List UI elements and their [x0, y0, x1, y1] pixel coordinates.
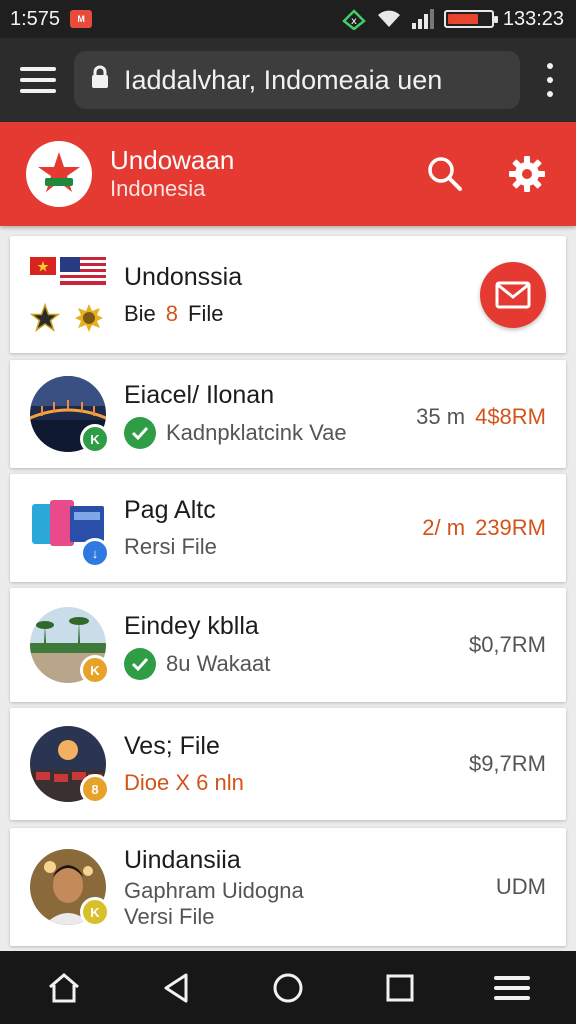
battery-fill — [447, 14, 479, 24]
status-bar: 1:575 M x 133:23 — [0, 0, 576, 38]
item-duration: 2/ m — [422, 515, 466, 540]
menu-line — [20, 67, 56, 71]
item-price: UDM — [495, 874, 546, 899]
app-subtitle: Indonesia — [110, 176, 206, 201]
item-subtitle-suffix: File — [188, 300, 224, 326]
verified-check-icon — [124, 648, 156, 680]
item-title: Undonssia — [124, 262, 243, 291]
item-title: Ves; File — [124, 732, 220, 760]
item-price: $9,7RM — [468, 751, 546, 776]
item-title: Eindey kblla — [124, 612, 259, 640]
browser-menu-button[interactable] — [20, 67, 56, 93]
menu-icon — [494, 975, 530, 1000]
item-price: 4$8RM — [475, 404, 546, 429]
cell-signal-icon — [411, 9, 435, 29]
list-item[interactable]: K Uindansiia Gaphram Uidogna Versi File … — [10, 828, 566, 946]
item-subtitle: Gaphram Uidogna — [124, 878, 304, 903]
app-title: Undowaan — [110, 145, 235, 175]
status-badge: 8 — [80, 774, 110, 804]
browser-toolbar: Iaddalvhar, Indomeaia uen — [0, 38, 576, 122]
usa-flag-icon — [60, 256, 106, 285]
item-subtitle: Kadnpklatcink Vae — [166, 420, 347, 445]
menu-line — [20, 89, 56, 93]
star-icon — [30, 302, 60, 332]
address-bar[interactable]: Iaddalvhar, Indomeaia uen — [74, 51, 520, 109]
status-time-right: 133:23 — [502, 7, 564, 30]
status-badge: K — [80, 897, 110, 927]
menu-line — [20, 78, 56, 82]
vietnam-flag-icon — [30, 256, 56, 275]
system-navigation-bar — [0, 951, 576, 1024]
item-subtitle-secondary: Versi File — [124, 904, 215, 929]
overflow-dot — [547, 63, 553, 69]
status-time-left: 1:575 — [10, 7, 61, 30]
status-badge: K — [80, 655, 110, 685]
wifi-icon — [376, 9, 402, 29]
list-item[interactable]: 8 Ves; File Dioe X 6 nln $9,7RM — [10, 708, 566, 820]
search-icon — [428, 157, 462, 191]
overflow-dot — [547, 77, 553, 83]
status-badge: K — [80, 424, 110, 454]
home-circle-button[interactable] — [258, 958, 318, 1018]
recents-button[interactable] — [370, 958, 430, 1018]
mail-icon — [495, 281, 531, 308]
search-button[interactable] — [422, 151, 468, 197]
list-item-featured[interactable]: Undonssia Bie 8 File — [10, 236, 566, 353]
back-button[interactable] — [146, 958, 206, 1018]
overflow-dot — [547, 91, 553, 97]
square-recents-icon — [386, 974, 414, 1001]
item-price: $0,7RM — [468, 632, 546, 657]
svg-text:x: x — [351, 16, 357, 27]
home-icon — [49, 972, 79, 1002]
settings-button[interactable] — [504, 151, 550, 197]
lock-icon — [90, 65, 110, 96]
url-text: Iaddalvhar, Indomeaia uen — [124, 64, 443, 95]
back-triangle-icon — [164, 973, 188, 1002]
item-title: Eiacel/ Ilonan — [124, 381, 275, 409]
app-logo — [26, 141, 92, 207]
circle-home-icon — [273, 973, 303, 1002]
mail-fab-button[interactable] — [480, 261, 546, 328]
item-subtitle: Rersi File — [124, 534, 217, 559]
item-subtitle-highlight: 8 — [165, 300, 179, 326]
notification-app-icon: M — [70, 10, 93, 28]
nav-menu-button[interactable] — [482, 958, 542, 1018]
gear-icon — [509, 156, 545, 192]
item-subtitle-prefix: Bie — [124, 300, 156, 326]
battery-icon — [443, 10, 498, 28]
item-title: Pag Altc — [124, 496, 216, 524]
item-subtitle: 8u Wakaat — [166, 651, 271, 676]
item-subtitle: Dioe X 6 nln — [124, 770, 244, 795]
status-badge: ↓ — [80, 538, 110, 568]
app-header: Undowaan Indonesia — [0, 122, 576, 226]
item-title: Uindansiia — [124, 846, 241, 874]
item-duration: 35 m — [416, 404, 466, 429]
list-item[interactable]: K Eindey kblla 8u Wakaat $0,7RM — [10, 588, 566, 702]
verified-check-icon — [124, 417, 156, 449]
sun-emblem-icon — [75, 303, 103, 332]
browser-overflow-button[interactable] — [538, 63, 562, 97]
list-item[interactable]: K Eiacel/ Ilonan Kadnpklatcink Vae 35 m 4… — [10, 360, 566, 468]
item-price: 239RM — [475, 515, 546, 540]
list-item[interactable]: ↓ Pag Altc Rersi File 2/ m 239RM — [10, 474, 566, 582]
home-button[interactable] — [34, 958, 94, 1018]
signal-alert-icon: x — [341, 8, 367, 30]
